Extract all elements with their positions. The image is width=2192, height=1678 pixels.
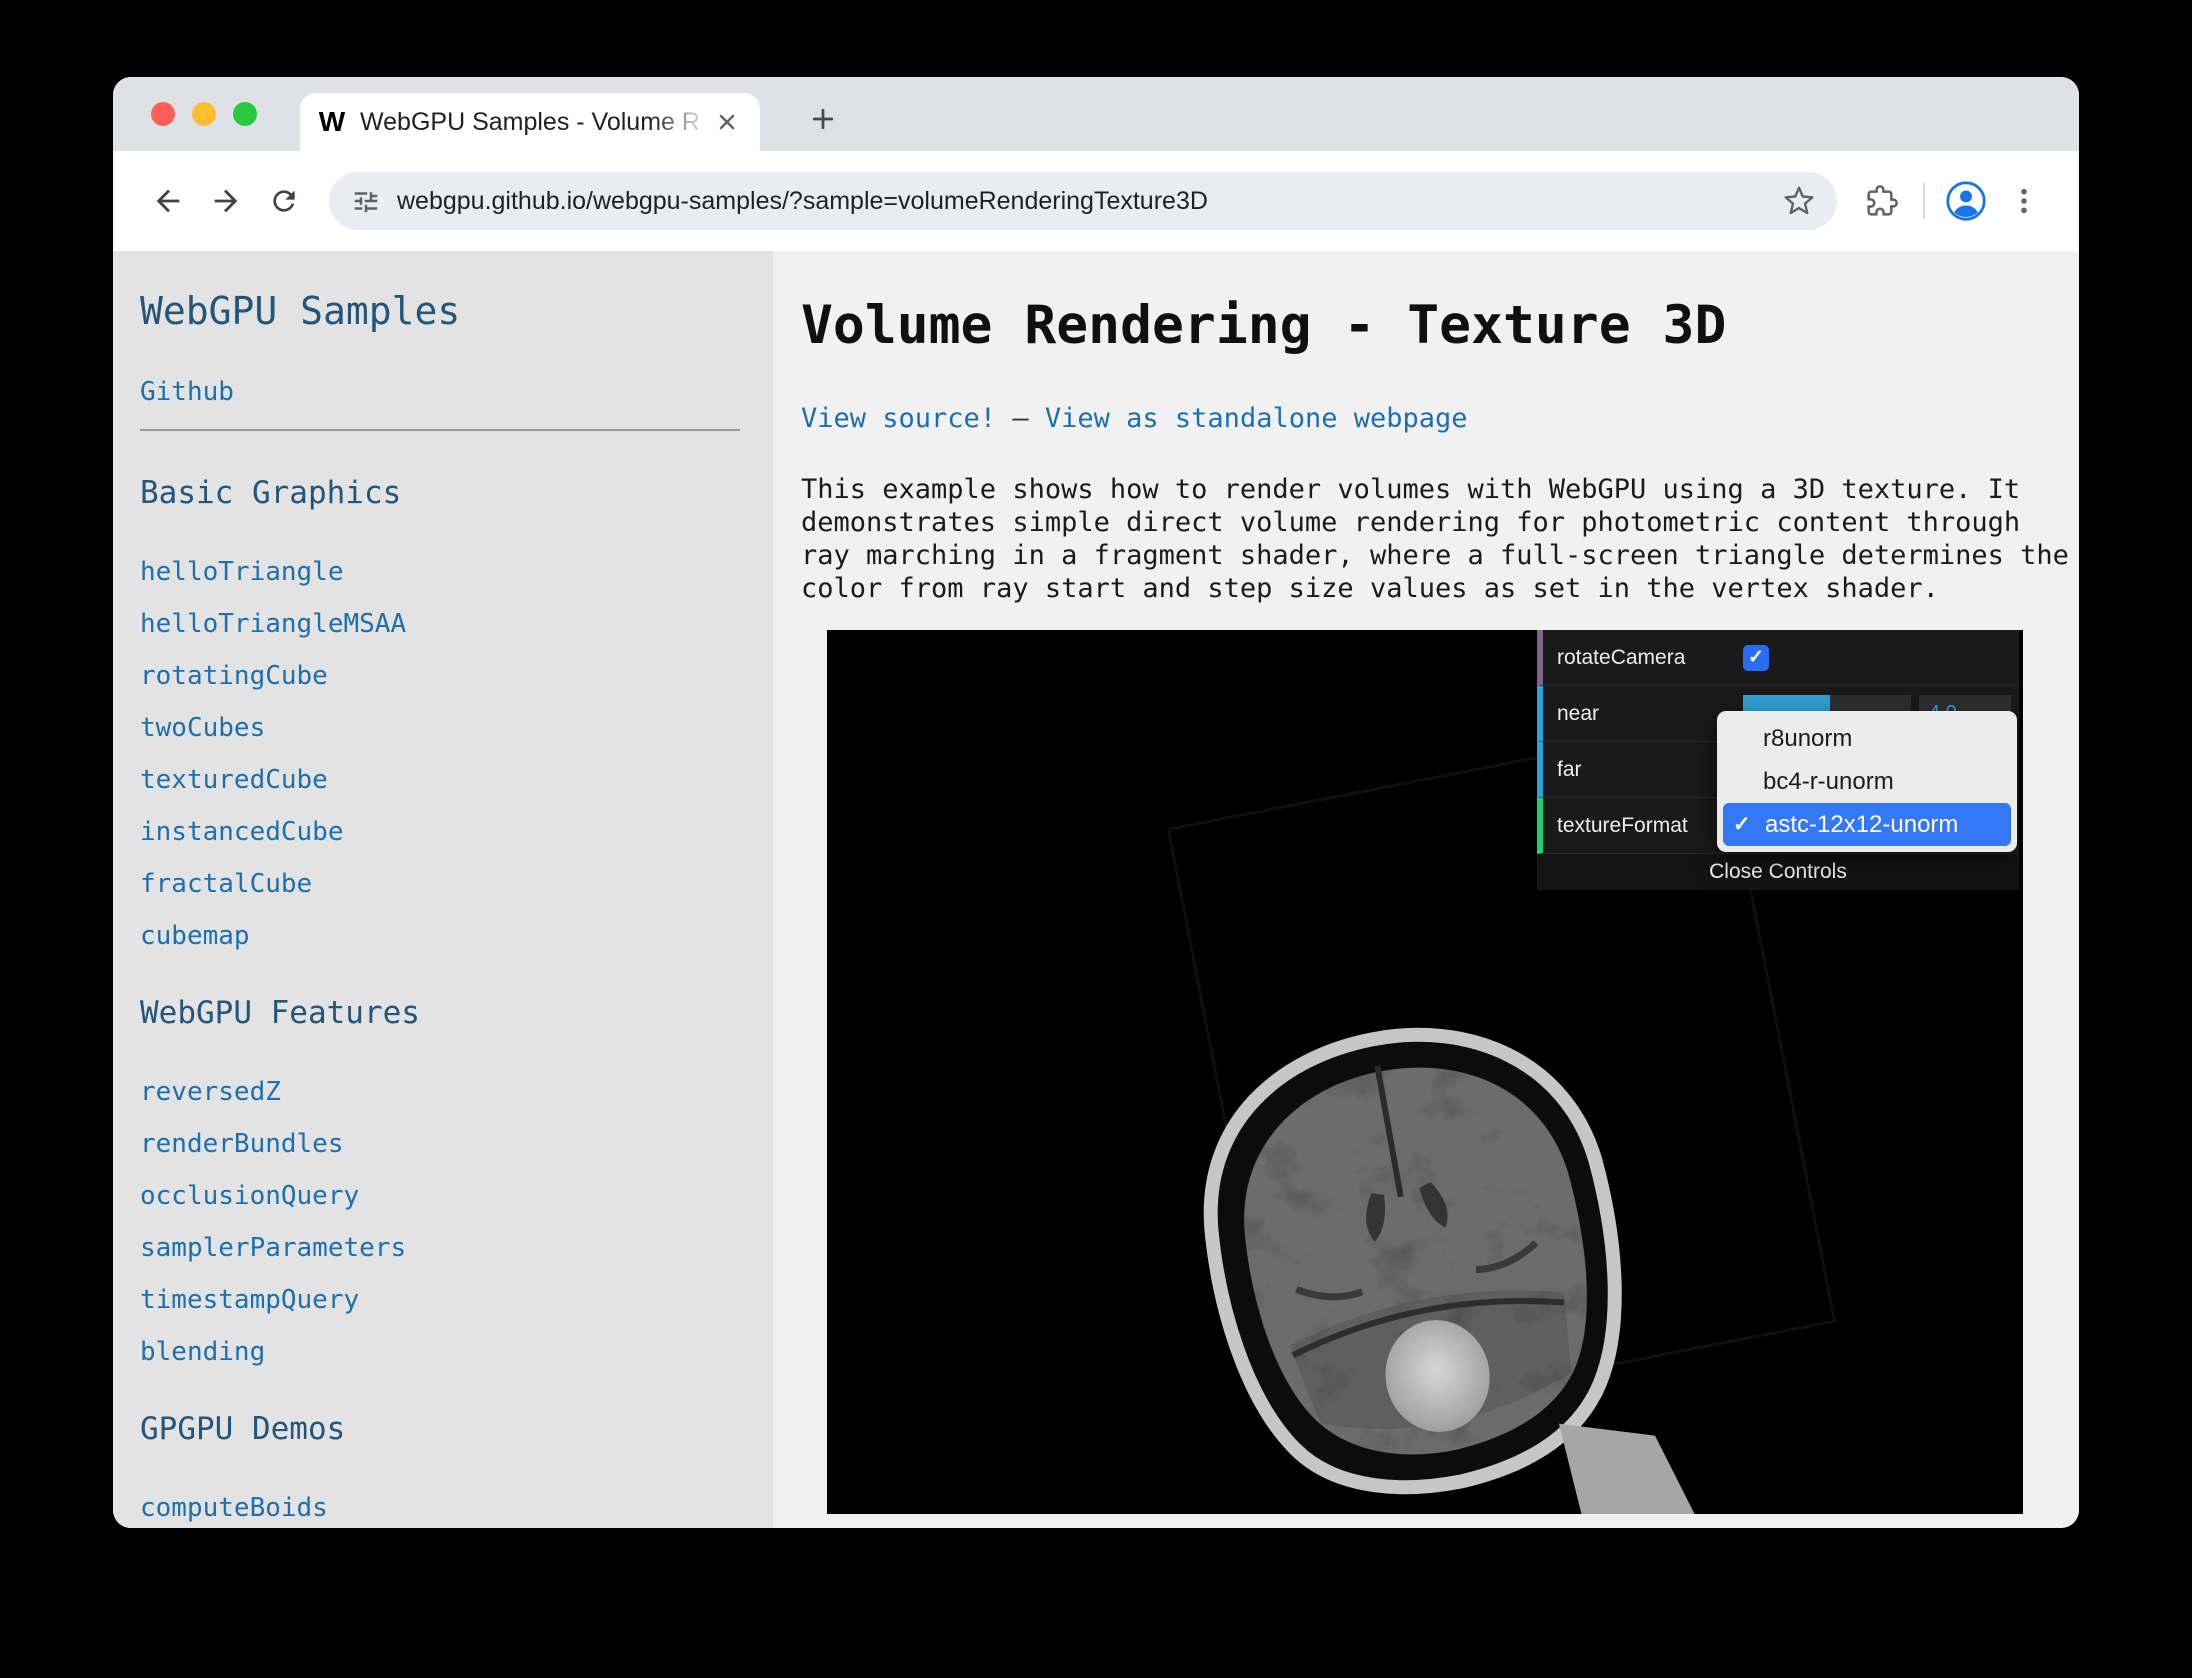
sidebar-item-twoCubes[interactable]: twoCubes [140,713,753,743]
sidebar: WebGPU Samples Github Basic Graphics hel… [113,251,773,1528]
gui-row-rotateCamera: rotateCamera [1537,630,2019,686]
checkmark-icon: ✓ [1733,812,1757,837]
reload-icon[interactable] [255,172,313,230]
new-tab-button[interactable] [801,97,845,141]
sidebar-item-computeBoids[interactable]: computeBoids [140,1493,753,1523]
address-bar[interactable]: webgpu.github.io/webgpu-samples/?sample=… [329,172,1837,230]
sidebar-item-helloTriangle[interactable]: helloTriangle [140,557,753,587]
sample-description: This example shows how to render volumes… [801,473,2073,605]
main-content: Volume Rendering - Texture 3D View sourc… [773,251,2079,1528]
section-heading-webgpu-features: WebGPU Features [140,995,753,1031]
section-heading-gpgpu-demos: GPGPU Demos [140,1411,753,1447]
maximize-window-button[interactable] [233,102,257,126]
sidebar-title: WebGPU Samples [140,289,753,333]
rotateCamera-checkbox[interactable] [1743,645,1769,671]
sidebar-item-cubemap[interactable]: cubemap [140,921,753,951]
dropdown-option-r8unorm[interactable]: r8unorm [1723,717,2011,760]
page-title: Volume Rendering - Texture 3D [801,295,2079,357]
url-text[interactable]: webgpu.github.io/webgpu-samples/?sample=… [397,187,1767,216]
gui-label-near: near [1543,702,1743,726]
dropdown-option-astc-12x12-unorm[interactable]: ✓ astc-12x12-unorm [1723,803,2011,846]
screenshot-stage: W WebGPU Samples - Volume R [0,0,2192,1678]
tab-close-icon[interactable] [710,105,744,139]
gui-label-rotateCamera: rotateCamera [1543,646,1743,670]
links-separator: — [1012,403,1028,434]
site-settings-icon[interactable] [351,186,381,216]
minimize-window-button[interactable] [192,102,216,126]
sidebar-item-instancedCube[interactable]: instancedCube [140,817,753,847]
sidebar-item-occlusionQuery[interactable]: occlusionQuery [140,1181,753,1211]
tab-strip: W WebGPU Samples - Volume R [113,77,2079,151]
webgpu-favicon-icon: W [316,106,348,138]
page-content: WebGPU Samples Github Basic Graphics hel… [113,251,2079,1528]
section-heading-basic-graphics: Basic Graphics [140,475,753,511]
browser-window: W WebGPU Samples - Volume R [113,77,2079,1528]
bookmark-star-icon[interactable] [1783,185,1815,217]
standalone-link[interactable]: View as standalone webpage [1045,403,1468,434]
sidebar-item-rotatingCube[interactable]: rotatingCube [140,661,753,691]
close-controls-button[interactable]: Close Controls [1537,854,2019,890]
sidebar-item-samplerParameters[interactable]: samplerParameters [140,1233,753,1263]
forward-icon[interactable] [197,172,255,230]
extensions-icon[interactable] [1853,172,1911,230]
github-link[interactable]: Github [140,377,753,407]
close-window-button[interactable] [151,102,175,126]
sample-links: View source! — View as standalone webpag… [801,404,2079,434]
browser-toolbar: webgpu.github.io/webgpu-samples/?sample=… [113,151,2079,251]
gui-label-far: far [1543,758,1743,782]
sidebar-item-texturedCube[interactable]: texturedCube [140,765,753,795]
browser-tab[interactable]: W WebGPU Samples - Volume R [300,93,760,151]
sidebar-item-fractalCube[interactable]: fractalCube [140,869,753,899]
sidebar-item-renderBundles[interactable]: renderBundles [140,1129,753,1159]
back-icon[interactable] [139,172,197,230]
dropdown-option-label: astc-12x12-unorm [1765,811,1958,839]
traffic-lights [151,102,257,126]
dropdown-option-bc4-r-unorm[interactable]: bc4-r-unorm [1723,760,2011,803]
menu-kebab-icon[interactable] [1995,172,2053,230]
view-source-link[interactable]: View source! [801,403,996,434]
toolbar-separator [1923,183,1925,219]
textureFormat-dropdown: r8unorm bc4-r-unorm ✓ astc-12x12-unorm [1717,711,2017,852]
webgpu-canvas[interactable]: rotateCamera near 4.0 far [827,630,2023,1514]
tab-title: WebGPU Samples - Volume R [360,106,710,138]
sidebar-item-blending[interactable]: blending [140,1337,753,1367]
sidebar-item-helloTriangleMSAA[interactable]: helloTriangleMSAA [140,609,753,639]
sidebar-item-timestampQuery[interactable]: timestampQuery [140,1285,753,1315]
profile-avatar[interactable] [1937,172,1995,230]
sidebar-divider [140,429,740,431]
sidebar-item-reversedZ[interactable]: reversedZ [140,1077,753,1107]
gui-label-textureFormat: textureFormat [1543,814,1743,838]
